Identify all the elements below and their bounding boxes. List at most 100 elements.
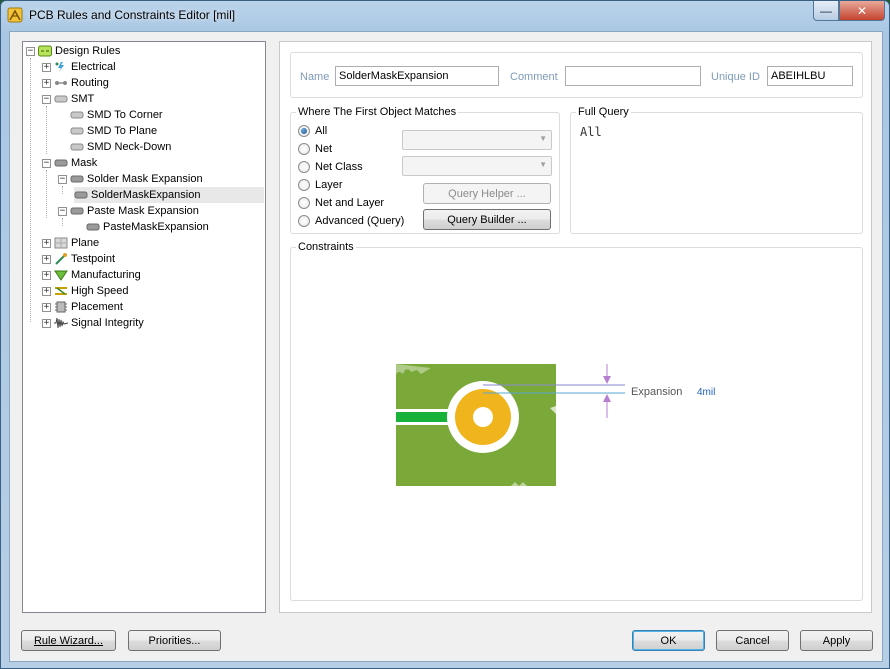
tree-item-mask[interactable]: − Mask <box>42 155 97 171</box>
smd-rule-icon <box>70 127 84 135</box>
radio-selected-icon[interactable] <box>298 125 310 137</box>
apply-button[interactable]: Apply <box>800 630 873 651</box>
full-query-text[interactable]: All <box>580 125 602 139</box>
comment-input[interactable] <box>565 66 701 86</box>
close-button[interactable]: ✕ <box>839 1 885 21</box>
unique-id-input[interactable] <box>767 66 853 86</box>
cancel-label: Cancel <box>735 634 770 647</box>
radio-label: Net <box>315 143 333 155</box>
expansion-label: Expansion <box>631 386 683 398</box>
rules-tree[interactable]: − Design Rules + Electrical + Routing − … <box>22 41 266 613</box>
radio-net[interactable]: Net <box>298 141 332 157</box>
net-class-combo[interactable]: ▼ <box>402 156 552 176</box>
name-input[interactable] <box>335 66 499 86</box>
radio-layer[interactable]: Layer <box>298 177 343 193</box>
radio-all[interactable]: All <box>298 123 327 139</box>
tree-item-smd-to-plane[interactable]: SMD To Plane <box>70 123 157 139</box>
window-title: PCB Rules and Constraints Editor [mil] <box>29 8 236 22</box>
rule-wizard-button[interactable]: Rule Wizard... <box>21 630 116 651</box>
tree-item-manufacturing[interactable]: + Manufacturing <box>42 267 141 283</box>
rule-wizard-label: Rule Wizard... <box>33 634 104 647</box>
expand-icon[interactable]: + <box>42 62 51 72</box>
tree-item-testpoint[interactable]: + Testpoint <box>42 251 115 267</box>
tree-item-smt[interactable]: − SMT <box>42 91 94 107</box>
expand-icon[interactable]: + <box>42 302 51 312</box>
tree-item-pastemaskexpansion-rule[interactable]: PasteMaskExpansion <box>86 219 209 235</box>
title-bar[interactable]: PCB Rules and Constraints Editor [mil] —… <box>1 1 889 29</box>
tree-item-label: Testpoint <box>71 253 116 265</box>
editor-window: PCB Rules and Constraints Editor [mil] —… <box>0 0 890 669</box>
pad-hole <box>473 407 493 427</box>
expand-icon[interactable]: + <box>42 286 51 296</box>
tree-item-smd-to-corner[interactable]: SMD To Corner <box>70 107 163 123</box>
tree-item-solder-mask-expansion[interactable]: − Solder Mask Expansion <box>58 171 203 187</box>
rule-editor-panel: Name Comment Unique ID Where The First O… <box>279 41 872 613</box>
radio-net-and-layer[interactable]: Net and Layer <box>298 195 384 211</box>
tree-item-soldermaskexpansion-rule[interactable]: SolderMaskExpansion <box>74 187 264 203</box>
unique-id-label: Unique ID <box>711 71 760 83</box>
routing-icon <box>55 81 67 85</box>
radio-advanced-query[interactable]: Advanced (Query) <box>298 213 404 229</box>
radio-icon[interactable] <box>298 179 310 191</box>
tree-item-placement[interactable]: + Placement <box>42 299 123 315</box>
name-label: Name <box>300 71 330 83</box>
tree-item-label: Mask <box>71 157 98 169</box>
radio-label: Net Class <box>315 161 363 173</box>
apply-label: Apply <box>822 634 851 647</box>
tree-item-paste-mask-expansion[interactable]: − Paste Mask Expansion <box>58 203 199 219</box>
manufacturing-icon <box>54 270 68 281</box>
mask-rule-icon <box>74 191 88 199</box>
collapse-icon[interactable]: − <box>42 158 51 168</box>
tree-item-plane[interactable]: + Plane <box>42 235 99 251</box>
cancel-button[interactable]: Cancel <box>716 630 789 651</box>
collapse-icon[interactable]: − <box>58 174 67 184</box>
query-helper-button[interactable]: Query Helper ... <box>423 183 551 204</box>
tree-item-smd-neck-down[interactable]: SMD Neck-Down <box>70 139 171 155</box>
priorities-button[interactable]: Priorities... <box>128 630 221 651</box>
radio-icon[interactable] <box>298 197 310 209</box>
close-icon: ✕ <box>856 3 868 18</box>
radio-label: Advanced (Query) <box>315 215 405 227</box>
dialog-client: − Design Rules + Electrical + Routing − … <box>9 31 883 662</box>
constraints-group: Constraints Expansion 4mil <box>290 241 863 601</box>
expansion-value[interactable]: 4mil <box>697 387 715 398</box>
tree-item-label: Signal Integrity <box>71 317 144 329</box>
tree-item-label: Manufacturing <box>71 269 141 281</box>
expand-icon[interactable]: + <box>42 270 51 280</box>
expand-icon[interactable]: + <box>42 238 51 248</box>
tree-item-high-speed[interactable]: + High Speed <box>42 283 129 299</box>
tree-item-signal-integrity[interactable]: + Signal Integrity <box>42 315 144 331</box>
comment-label: Comment <box>510 71 558 83</box>
tree-item-routing[interactable]: + Routing <box>42 75 109 91</box>
radio-icon[interactable] <box>298 215 310 227</box>
design-rules-icon <box>38 45 52 57</box>
tree-item-design-rules[interactable]: − Design Rules <box>26 43 120 59</box>
tree-item-label: Plane <box>71 237 100 249</box>
rule-identity-box: Name Comment Unique ID <box>290 52 863 98</box>
expand-icon[interactable]: + <box>42 318 51 328</box>
radio-icon[interactable] <box>298 143 310 155</box>
radio-label: Net and Layer <box>315 197 385 209</box>
expand-icon[interactable]: + <box>42 254 51 264</box>
query-builder-button[interactable]: Query Builder ... <box>423 209 551 230</box>
expand-icon[interactable]: + <box>42 78 51 88</box>
tree-item-label: Paste Mask Expansion <box>87 205 199 217</box>
ok-button[interactable]: OK <box>632 630 705 651</box>
collapse-icon[interactable]: − <box>58 206 67 216</box>
tree-item-electrical[interactable]: + Electrical <box>42 59 116 75</box>
minimize-button[interactable]: — <box>813 1 839 21</box>
collapse-icon[interactable]: − <box>42 94 51 104</box>
mask-rule-icon <box>70 175 84 183</box>
net-combo[interactable]: ▼ <box>402 130 552 150</box>
first-object-title: Where The First Object Matches <box>296 106 459 118</box>
mask-icon <box>54 159 68 167</box>
radio-net-class[interactable]: Net Class <box>298 159 363 175</box>
testpoint-icon <box>55 253 67 265</box>
tree-item-label: SMD Neck-Down <box>87 141 172 153</box>
full-query-title: Full Query <box>576 106 631 118</box>
tree-item-label: PasteMaskExpansion <box>103 221 209 233</box>
collapse-icon[interactable]: − <box>26 46 35 56</box>
tree-item-label: Placement <box>71 301 123 313</box>
radio-icon[interactable] <box>298 161 310 173</box>
ok-label: OK <box>660 634 677 647</box>
